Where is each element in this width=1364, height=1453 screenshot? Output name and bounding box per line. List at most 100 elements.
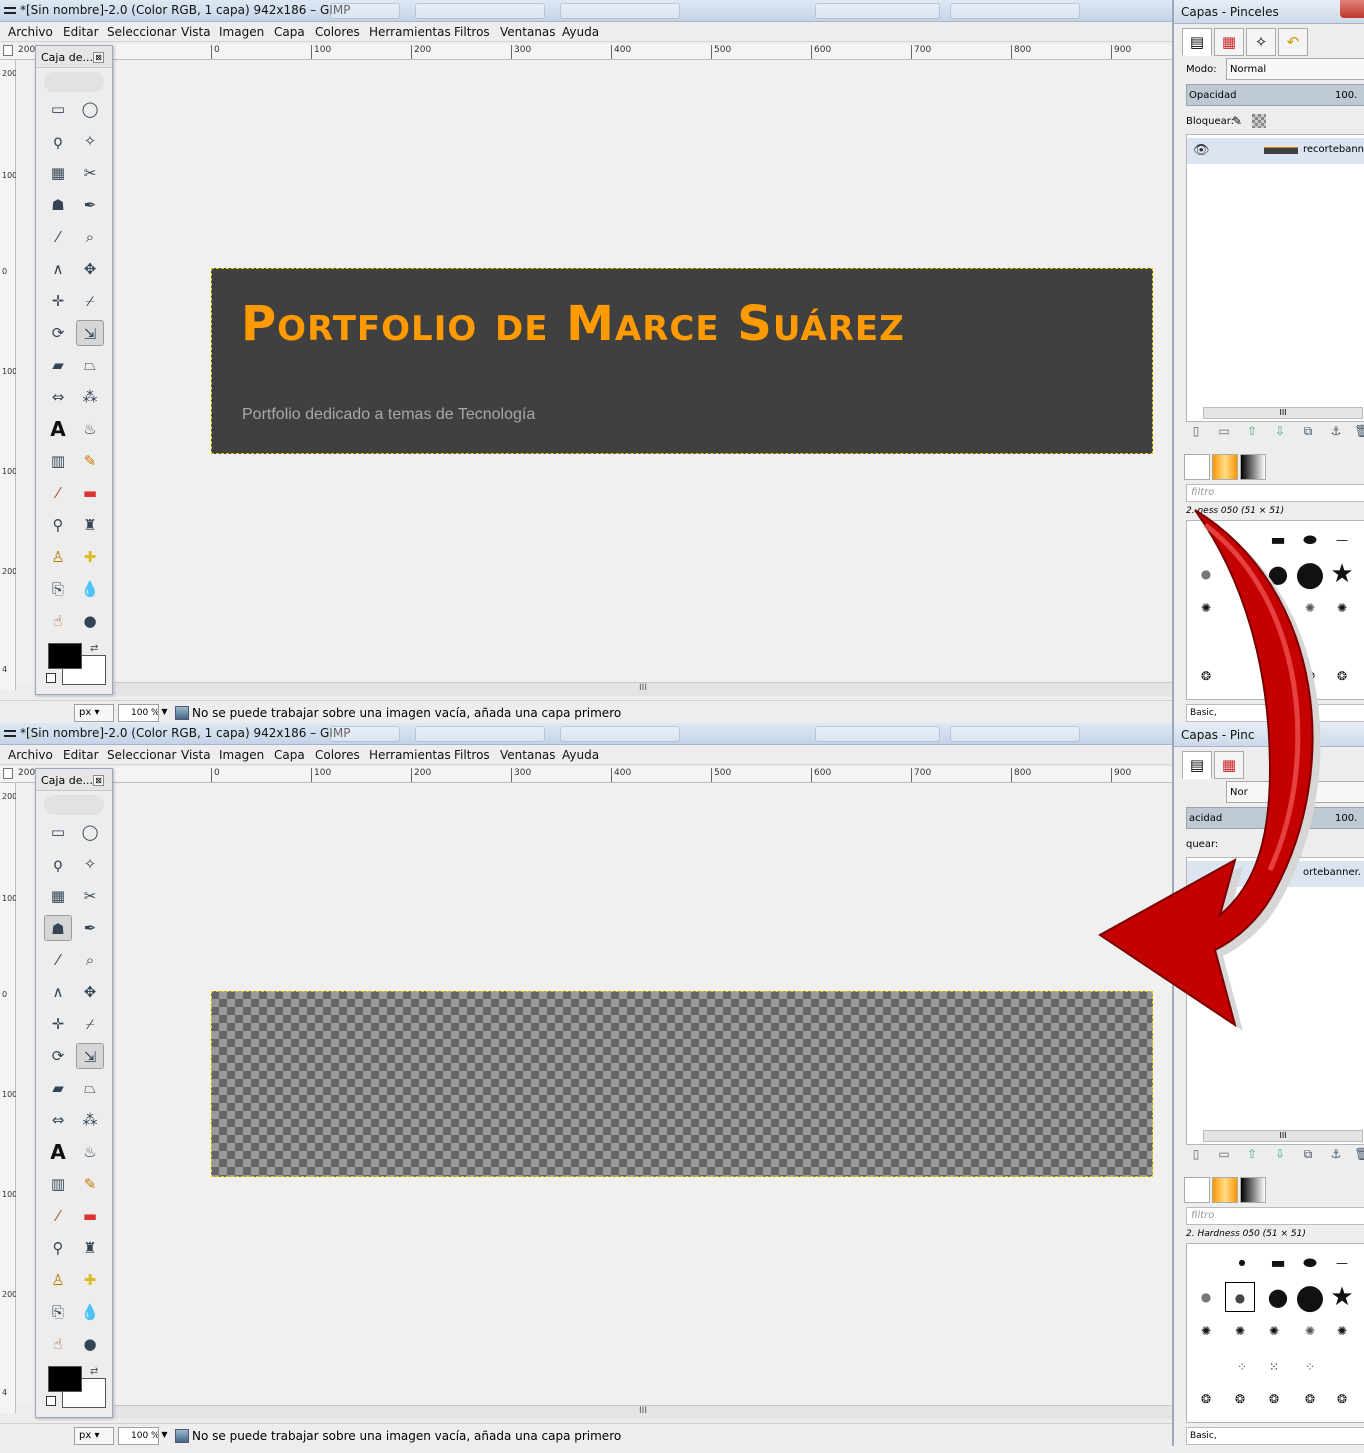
zoom-icon[interactable]: ⌕ bbox=[76, 224, 104, 250]
brush-item[interactable]: ● bbox=[1227, 1248, 1257, 1278]
perspective-clone-icon[interactable]: ⎘ bbox=[44, 576, 72, 602]
bucket-fill-icon[interactable]: ♨ bbox=[76, 416, 104, 442]
new-layer-icon[interactable]: ▯ bbox=[1186, 424, 1206, 442]
rotate-icon[interactable]: ⟳ bbox=[44, 1043, 72, 1069]
layers-scrollbar[interactable]: III bbox=[1203, 407, 1363, 419]
blend-icon[interactable]: ▥ bbox=[44, 1171, 72, 1197]
pencil-icon[interactable]: ✎ bbox=[76, 1171, 104, 1197]
paths-icon[interactable]: ✒ bbox=[76, 915, 104, 941]
lower-layer-icon[interactable]: ⇩ bbox=[1270, 1147, 1290, 1165]
brush-item[interactable]: ● bbox=[1263, 1282, 1293, 1312]
window-menu-icon[interactable] bbox=[4, 7, 16, 14]
menu-ayuda[interactable]: Ayuda bbox=[562, 748, 599, 762]
tab-paths-icon[interactable]: ✧ bbox=[1246, 28, 1276, 56]
quick-mask-icon[interactable] bbox=[3, 45, 13, 56]
layer-row[interactable]: ortebanner. bbox=[1187, 861, 1364, 887]
text-tool-icon[interactable]: A bbox=[44, 416, 72, 442]
horizontal-ruler[interactable]: 200 0 100 200 300 400 500 600 700 800 90… bbox=[0, 44, 1172, 60]
paths-icon[interactable]: ✒ bbox=[76, 192, 104, 218]
blend-icon[interactable]: ▥ bbox=[44, 448, 72, 474]
brush-item[interactable]: ✺ bbox=[1295, 593, 1325, 623]
align-icon[interactable]: ✛ bbox=[44, 1011, 72, 1037]
brush-item[interactable]: ⁙ bbox=[1259, 1352, 1289, 1382]
opacity-slider[interactable]: acidad 100. bbox=[1186, 807, 1364, 829]
free-select-icon[interactable]: ϙ bbox=[44, 851, 72, 877]
brush-item[interactable]: ★ bbox=[1327, 559, 1357, 589]
brush-item[interactable]: ● bbox=[1295, 1280, 1325, 1314]
tab-gradients-icon[interactable] bbox=[1240, 454, 1266, 480]
dodge-burn-icon[interactable]: ● bbox=[76, 1331, 104, 1357]
menu-colores[interactable]: Colores bbox=[315, 748, 360, 762]
free-select-icon[interactable]: ϙ bbox=[44, 128, 72, 154]
lower-layer-icon[interactable]: ⇩ bbox=[1270, 424, 1290, 442]
brush-item[interactable]: ▬ bbox=[1263, 525, 1293, 555]
layer-group-icon[interactable]: ▭ bbox=[1214, 1147, 1234, 1165]
menu-capa[interactable]: Capa bbox=[274, 748, 305, 762]
new-layer-icon[interactable]: ▯ bbox=[1186, 1147, 1206, 1165]
brush-item[interactable]: ❂ bbox=[1327, 661, 1357, 691]
dock-title-bar[interactable]: Capas - Pinc bbox=[1174, 723, 1364, 747]
move-icon[interactable]: ✥ bbox=[76, 256, 104, 282]
ellipse-select-icon[interactable]: ◯ bbox=[76, 819, 104, 845]
dock-title-bar[interactable]: Capas - Pinceles bbox=[1174, 0, 1364, 24]
heal-icon[interactable]: ✚ bbox=[76, 1267, 104, 1293]
menu-editar[interactable]: Editar bbox=[63, 748, 99, 762]
brush-item[interactable]: ● bbox=[1191, 1282, 1221, 1312]
color-picker-icon[interactable]: ⁄ bbox=[44, 224, 72, 250]
scale-icon[interactable]: ⇲ bbox=[76, 1043, 104, 1069]
brush-item[interactable]: ▬ bbox=[1263, 1248, 1293, 1278]
opacity-slider[interactable]: Opacidad 100. bbox=[1186, 84, 1364, 106]
lock-pixels-icon[interactable]: ✎ bbox=[1232, 114, 1242, 128]
eraser-icon[interactable]: ▬ bbox=[76, 480, 104, 506]
tab-patterns-icon[interactable] bbox=[1212, 1177, 1238, 1203]
zoom-icon[interactable]: ⌕ bbox=[76, 947, 104, 973]
tab-undo-icon[interactable]: ↶ bbox=[1278, 28, 1308, 56]
tab-brushes-icon[interactable] bbox=[1184, 1177, 1210, 1203]
tab-layers-icon[interactable]: ▤ bbox=[1182, 28, 1212, 56]
brush-item[interactable]: ● bbox=[1295, 557, 1325, 591]
scissors-icon[interactable]: ✂ bbox=[76, 160, 104, 186]
toolbox-close-icon[interactable]: ⊠ bbox=[93, 775, 104, 786]
anchor-layer-icon[interactable]: ⚓ bbox=[1326, 424, 1346, 442]
brush-item[interactable]: ⁘ bbox=[1295, 1352, 1325, 1382]
shear-icon[interactable]: ▰ bbox=[44, 1075, 72, 1101]
toolbox-header[interactable]: Caja de... ⊠ bbox=[36, 46, 112, 68]
tab-layers-icon[interactable]: ▤ bbox=[1182, 751, 1212, 779]
raise-layer-icon[interactable]: ⇧ bbox=[1242, 1147, 1262, 1165]
swap-colors-icon[interactable]: ⇄ bbox=[90, 1366, 98, 1377]
unit-select[interactable]: px ▾ bbox=[74, 1427, 114, 1445]
menu-filtros[interactable]: Filtros bbox=[454, 25, 490, 39]
heal-icon[interactable]: ✚ bbox=[76, 544, 104, 570]
quick-mask-icon[interactable] bbox=[3, 768, 13, 779]
crop-icon[interactable]: ⌿ bbox=[76, 288, 104, 314]
airbrush-icon[interactable]: ⚲ bbox=[44, 512, 72, 538]
menu-colores[interactable]: Colores bbox=[315, 25, 360, 39]
move-icon[interactable]: ✥ bbox=[76, 979, 104, 1005]
flip-icon[interactable]: ⇔ bbox=[44, 1107, 72, 1133]
brush-item[interactable]: ❂ bbox=[1327, 1384, 1357, 1414]
vertical-ruler[interactable]: 200 100 0 100 100 200 4 bbox=[0, 60, 17, 690]
anchor-layer-icon[interactable]: ⚓ bbox=[1326, 1147, 1346, 1165]
rect-select-icon[interactable]: ▭ bbox=[44, 819, 72, 845]
banner-image[interactable]: Portfolio de Marce Suárez Portfolio dedi… bbox=[211, 268, 1153, 454]
menu-seleccionar[interactable]: Seleccionar bbox=[107, 748, 176, 762]
clone-icon[interactable]: ♙ bbox=[44, 544, 72, 570]
tab-channels-icon[interactable]: ▦ bbox=[1214, 28, 1244, 56]
brush-item[interactable]: ● bbox=[1191, 559, 1221, 589]
menu-imagen[interactable]: Imagen bbox=[219, 25, 264, 39]
raise-layer-icon[interactable]: ⇧ bbox=[1242, 424, 1262, 442]
blur-icon[interactable]: 💧 bbox=[76, 1299, 104, 1325]
menu-herramientas[interactable]: Herramientas bbox=[369, 748, 451, 762]
ink-icon[interactable]: ♜ bbox=[76, 1235, 104, 1261]
pencil-icon[interactable]: ✎ bbox=[76, 448, 104, 474]
menu-herramientas[interactable]: Herramientas bbox=[369, 25, 451, 39]
color-select-icon[interactable]: ▦ bbox=[44, 883, 72, 909]
rotate-icon[interactable]: ⟳ bbox=[44, 320, 72, 346]
horizontal-ruler[interactable]: 200 0 100 200 300 400 500 600 700 800 90… bbox=[0, 767, 1172, 783]
perspective-icon[interactable]: ⏢ bbox=[76, 1075, 104, 1101]
brush-item[interactable]: ❂ bbox=[1295, 661, 1325, 691]
vertical-ruler[interactable]: 200 100 0 100 100 200 4 bbox=[0, 783, 17, 1413]
layer-group-icon[interactable]: ▭ bbox=[1214, 424, 1234, 442]
brush-item[interactable]: ✺ bbox=[1225, 1316, 1255, 1346]
layer-row[interactable]: 👁 recortebanner. bbox=[1187, 138, 1364, 164]
